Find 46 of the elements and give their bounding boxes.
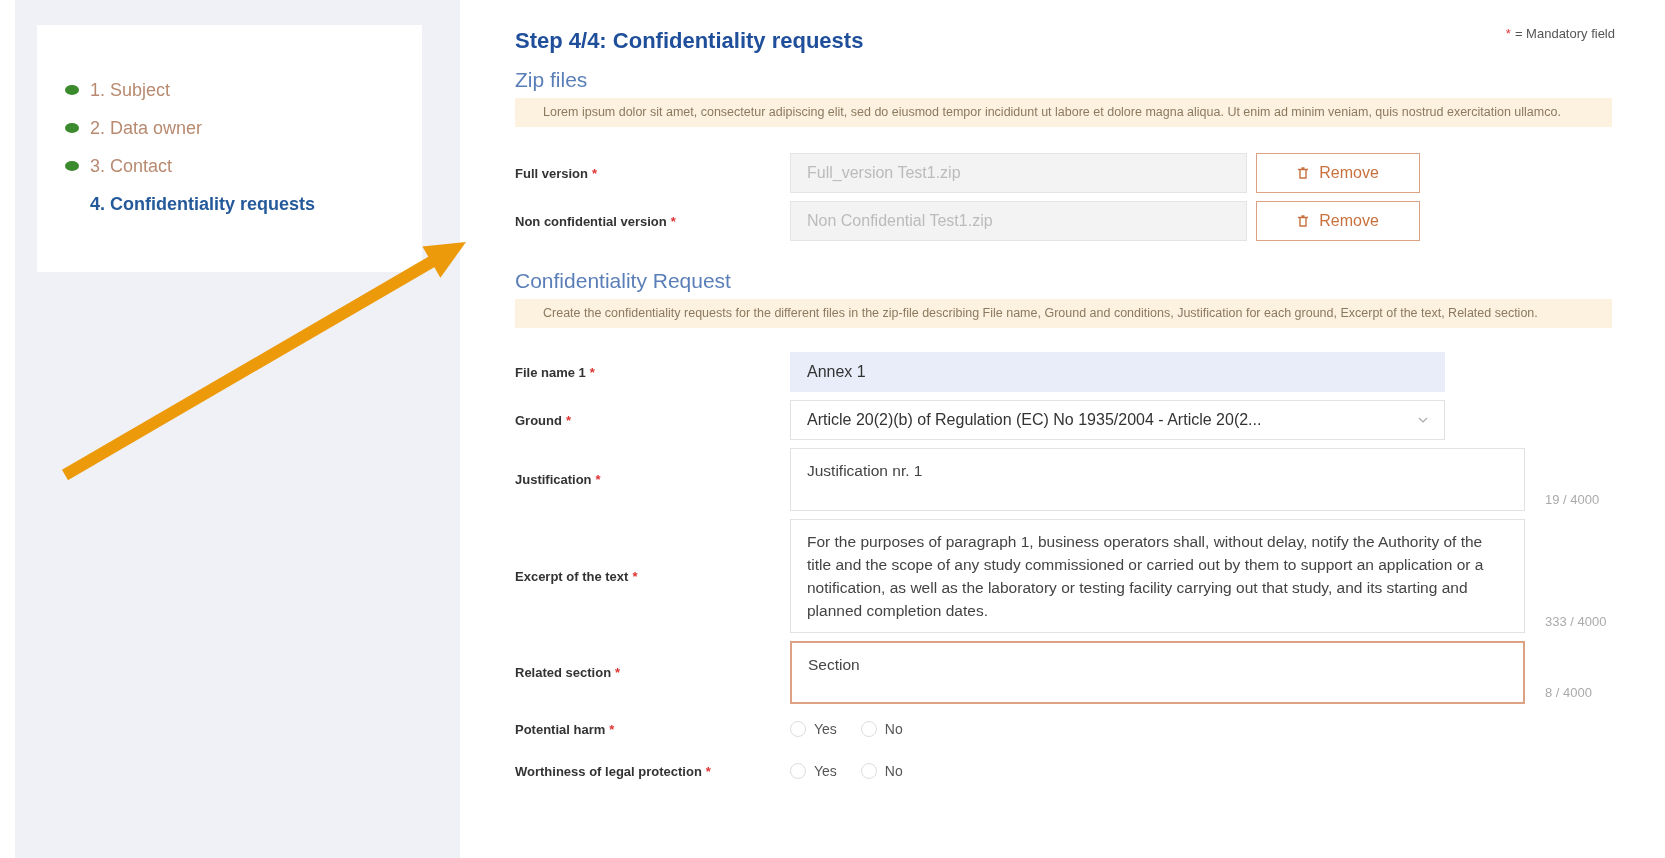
radio-label: No bbox=[884, 721, 903, 737]
step-link[interactable]: 2. Data owner bbox=[90, 117, 203, 139]
step-link[interactable]: 1. Subject bbox=[90, 79, 171, 101]
info-notice: Lorem ipsum dolor sit amet, consectetur adipiscing elit, sed do eiusmod tempor incididunt ut labore et dolore magna aliqua. Ut enim ad minim veniam, quis nostrud exercitation ullamco. bbox=[515, 98, 1612, 127]
file-name-field[interactable]: Annex 1 bbox=[790, 352, 1445, 392]
field-label: File name 1 bbox=[515, 364, 586, 380]
asterisk: * bbox=[670, 213, 676, 229]
text-area[interactable]: Section bbox=[790, 641, 1525, 704]
remove-button[interactable]: Remove bbox=[1256, 153, 1420, 193]
field-label: Related section bbox=[515, 665, 612, 680]
step-link[interactable]: 3. Contact bbox=[90, 155, 173, 177]
field-label: Worthiness of legal protection bbox=[515, 763, 702, 779]
asterisk: * bbox=[632, 568, 638, 584]
asterisk: * bbox=[609, 721, 615, 737]
text-area[interactable]: For the purposes of paragraph 1, business operators shall, without delay, notify the Authority of the title and the scope of any study commissioned or carried out by them to support an application or a notification, as well as the laboratory or testing facility carrying out that study, and its starting and planned completion dates. bbox=[790, 519, 1525, 633]
field-label: Ground bbox=[515, 412, 562, 428]
trash-icon bbox=[1297, 167, 1310, 179]
trash-icon bbox=[1297, 215, 1310, 227]
asterisk: * bbox=[565, 412, 571, 428]
character-counter: 19 / 4000 bbox=[1545, 492, 1600, 509]
character-counter: 8 / 4000 bbox=[1545, 685, 1592, 702]
asterisk: * bbox=[595, 472, 601, 487]
field-label: Potential harm bbox=[515, 721, 606, 737]
section-heading: Confidentiality Request bbox=[515, 269, 732, 293]
text-area[interactable]: Justification nr. 1 bbox=[790, 448, 1525, 511]
asterisk: * bbox=[1505, 26, 1511, 41]
field-label: Non confidential version bbox=[515, 213, 667, 229]
field-label: Full version bbox=[515, 165, 588, 181]
radio-label: No bbox=[884, 763, 903, 779]
section-heading: Zip files bbox=[515, 68, 589, 92]
ground-dropdown[interactable]: Article 20(2)(b) of Regulation (EC) No 1935/2004 - Article 20(2... bbox=[790, 400, 1445, 440]
field-label: Excerpt of the text bbox=[515, 568, 629, 584]
asterisk: * bbox=[615, 665, 621, 680]
remove-button[interactable]: Remove bbox=[1256, 201, 1420, 241]
character-counter: 333 / 4000 bbox=[1545, 614, 1607, 631]
radio-label: Yes bbox=[814, 763, 837, 779]
chevron-down-icon bbox=[1418, 417, 1428, 423]
mandatory-note: = Mandatory field bbox=[1514, 26, 1615, 41]
asterisk: * bbox=[705, 763, 711, 779]
info-notice: Create the confidentiality requests for the different files in the zip-file describing File name, Ground and conditions, Justification for each ground, Excerpt of the text, Related section. bbox=[515, 299, 1612, 328]
asterisk: * bbox=[591, 165, 598, 181]
radio-label: Yes bbox=[814, 721, 837, 737]
asterisk: * bbox=[589, 364, 595, 380]
step-title: Step 4/4: Confidentiality requests bbox=[515, 28, 864, 54]
field-label: Justification bbox=[515, 472, 592, 487]
step-link[interactable]: 4. Confidentiality requests bbox=[90, 193, 316, 215]
